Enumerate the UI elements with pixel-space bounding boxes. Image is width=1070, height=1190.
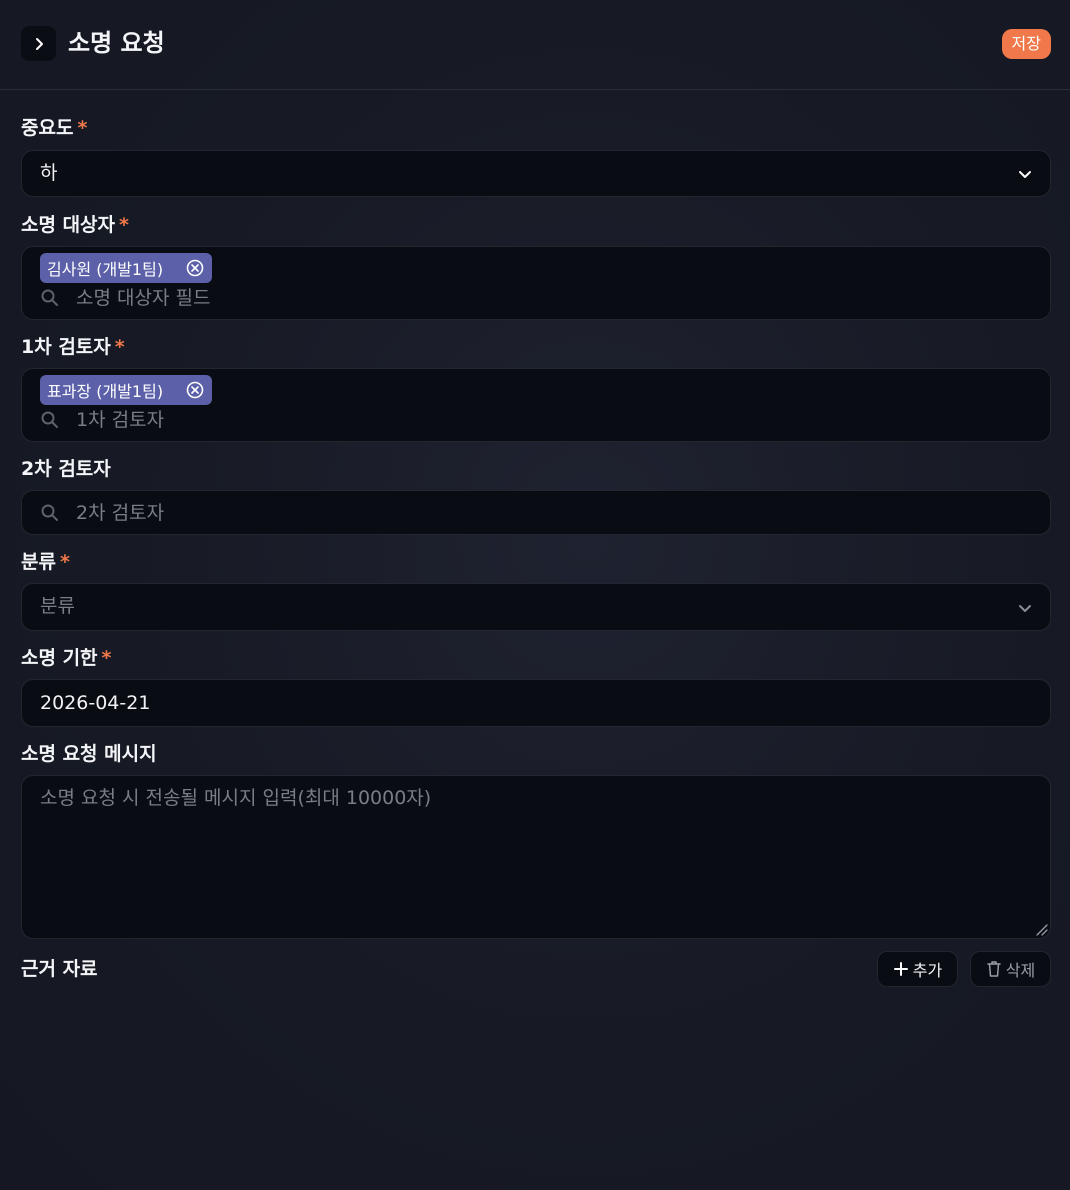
required-mark: * (59, 551, 70, 573)
deadline-value: 2026-04-21 (40, 692, 151, 714)
search-icon (41, 289, 58, 306)
reviewer2-label-text: 2차 검토자 (21, 458, 111, 480)
required-mark: * (77, 117, 88, 139)
search-icon (41, 504, 58, 521)
reviewer1-search[interactable]: 1차 검토자 (40, 408, 164, 432)
trash-icon (987, 961, 1001, 977)
add-evidence-button[interactable]: 추가 (877, 951, 958, 987)
chevron-down-icon (1019, 171, 1031, 178)
reviewer1-search-placeholder: 1차 검토자 (76, 409, 165, 431)
target-chip-label: 김사원 (개발1팀) (47, 260, 164, 279)
reviewer2-picker[interactable]: 2차 검토자 (21, 490, 1051, 535)
reviewer1-picker[interactable]: 표과장 (개발1팀) 1차 검토자 (21, 368, 1051, 442)
collapse-panel-button[interactable] (21, 26, 56, 61)
circle-x-icon[interactable] (186, 259, 204, 277)
target-label: 소명 대상자 * (21, 213, 129, 237)
required-mark: * (101, 647, 112, 669)
reviewer1-label: 1차 검토자 * (21, 335, 125, 359)
chevron-right-icon (35, 37, 43, 50)
deadline-label: 소명 기한 * (21, 646, 111, 670)
header: 소명 요청 저장 (0, 0, 1070, 90)
target-picker[interactable]: 김사원 (개발1팀) 소명 대상자 필드 (21, 246, 1051, 320)
reviewer2-search[interactable]: 2차 검토자 (40, 501, 164, 525)
add-evidence-label: 추가 (912, 961, 943, 980)
required-mark: * (119, 214, 129, 236)
importance-value: 하 (40, 162, 58, 184)
category-label-text: 분류 (21, 551, 56, 573)
deadline-date-input[interactable]: 2026-04-21 (21, 679, 1051, 727)
importance-label-text: 중요도 (21, 117, 74, 139)
category-placeholder: 분류 (40, 595, 75, 617)
message-placeholder: 소명 요청 시 전송될 메시지 입력(최대 10000자) (40, 787, 432, 809)
plus-icon (893, 962, 908, 976)
category-select[interactable]: 분류 (21, 583, 1051, 631)
target-chip: 김사원 (개발1팀) (40, 253, 212, 283)
evidence-label: 근거 자료 (21, 957, 98, 981)
reviewer1-chip: 표과장 (개발1팀) (40, 375, 212, 405)
message-label: 소명 요청 메시지 (21, 742, 157, 766)
target-label-text: 소명 대상자 (21, 214, 116, 236)
importance-select[interactable]: 하 (21, 150, 1051, 197)
importance-label: 중요도 * (21, 116, 87, 140)
resize-handle-icon[interactable] (1034, 922, 1048, 936)
page: 소명 요청 저장 중요도 * 하 소명 대상자 * 김사원 (개발1팀) 소명 대상… (0, 0, 1070, 1190)
reviewer1-label-text: 1차 검토자 (21, 336, 111, 358)
message-label-text: 소명 요청 메시지 (21, 743, 157, 765)
page-title: 소명 요청 (68, 29, 165, 57)
reviewer2-search-placeholder: 2차 검토자 (76, 502, 165, 524)
chevron-down-icon (1019, 605, 1031, 612)
save-button[interactable]: 저장 (1001, 29, 1051, 59)
message-textarea[interactable]: 소명 요청 시 전송될 메시지 입력(최대 10000자) (21, 775, 1051, 939)
delete-evidence-label: 삭제 (1005, 961, 1036, 980)
target-search-placeholder: 소명 대상자 필드 (76, 287, 211, 309)
search-icon (41, 411, 58, 428)
deadline-label-text: 소명 기한 (21, 647, 98, 669)
delete-evidence-button[interactable]: 삭제 (970, 951, 1051, 987)
reviewer1-chip-label: 표과장 (개발1팀) (47, 382, 164, 401)
required-mark: * (114, 336, 125, 358)
target-search[interactable]: 소명 대상자 필드 (40, 286, 210, 310)
circle-x-icon[interactable] (186, 381, 204, 399)
evidence-label-text: 근거 자료 (21, 958, 98, 980)
reviewer2-label: 2차 검토자 (21, 457, 111, 481)
category-label: 분류 * (21, 550, 70, 574)
